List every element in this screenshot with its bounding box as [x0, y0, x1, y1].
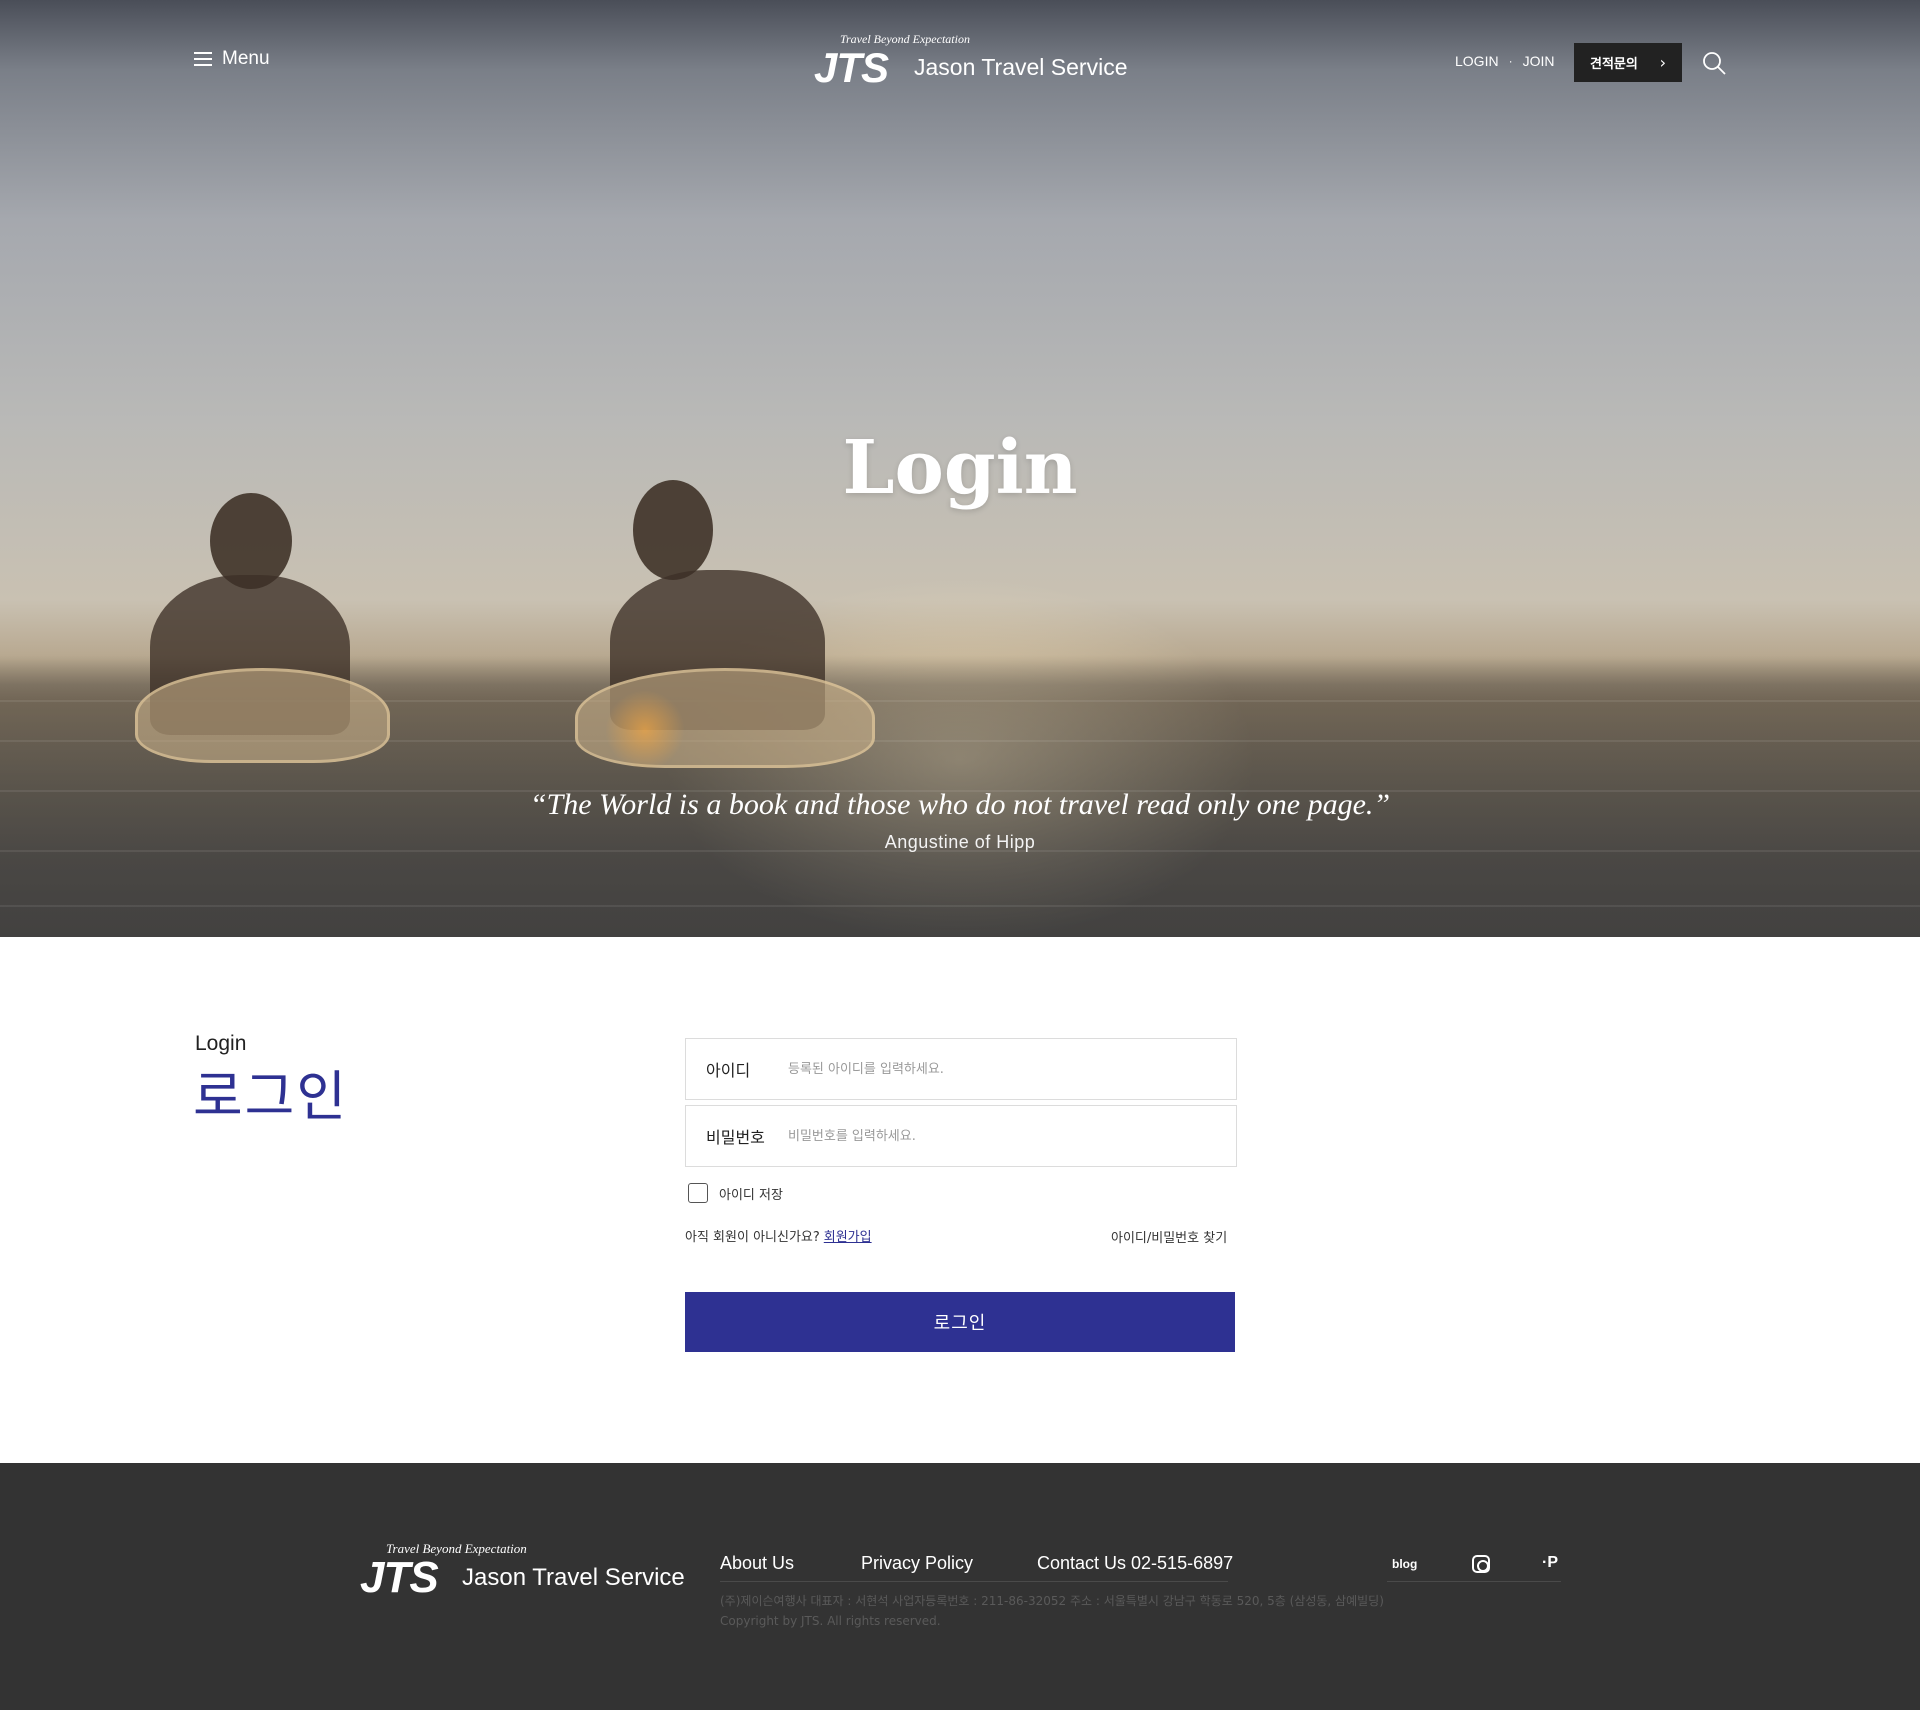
lens-flare [605, 690, 685, 770]
footer-logo[interactable]: Travel Beyond Expectation JTS Jason Trav… [360, 1539, 685, 1603]
find-id-password-link[interactable]: 아이디/비밀번호 찾기 [1111, 1227, 1227, 1246]
copyright: Copyright by JTS. All rights reserved. [720, 1614, 941, 1628]
login-heading-korean: 로그인 [193, 1065, 349, 1128]
blog-icon[interactable]: blog [1392, 1557, 1417, 1571]
remember-id-label: 아이디 저장 [719, 1187, 783, 1203]
hamburger-icon [194, 52, 212, 66]
login-submit-button[interactable]: 로그인 [685, 1292, 1235, 1352]
signup-link[interactable]: 회원가입 [824, 1230, 872, 1245]
instagram-icon[interactable] [1472, 1555, 1490, 1573]
password-input[interactable] [788, 1106, 1236, 1166]
join-link[interactable]: JOIN [1523, 53, 1555, 69]
site-logo[interactable]: Travel Beyond Expectation JTS Jason Trav… [814, 30, 1127, 92]
about-us-link[interactable]: About Us [720, 1553, 794, 1574]
id-label: 아이디 [706, 1061, 751, 1080]
link-separator: · [1508, 54, 1513, 68]
naver-post-icon[interactable]: ·P [1542, 1554, 1558, 1572]
logo-mark: JTS [814, 44, 889, 91]
remember-id-checkbox[interactable] [688, 1183, 708, 1203]
login-link[interactable]: LOGIN [1455, 53, 1499, 69]
chevron-right-icon: › [1659, 53, 1666, 72]
password-field: 비밀번호 [685, 1105, 1237, 1167]
signup-prompt: 아직 회원이 아니신가요? 회원가입 [685, 1226, 872, 1245]
id-field: 아이디 [685, 1038, 1237, 1100]
pool-float-left [135, 668, 390, 763]
quote-request-label: 견적문의 [1590, 57, 1638, 72]
remember-id[interactable]: 아이디 저장 [688, 1183, 783, 1203]
hero-quote-author: Angustine of Hipp [884, 832, 1036, 852]
footer-company-info: (주)제이슨여행사 대표자 : 서현석 사업자등록번호 : 211-86-320… [720, 1591, 1384, 1631]
page-title: Login [842, 425, 1078, 511]
company-details: (주)제이슨여행사 대표자 : 서현석 사업자등록번호 : 211-86-320… [720, 1594, 1384, 1608]
footer-logo-name: Jason Travel Service [462, 1564, 685, 1591]
logo-name: Jason Travel Service [914, 54, 1128, 80]
contact-us-link[interactable]: Contact Us 02-515-6897 [1037, 1553, 1233, 1574]
not-member-text: 아직 회원이 아니신가요? [685, 1230, 820, 1245]
quote-request-button[interactable]: 견적문의 › [1574, 43, 1682, 82]
social-links: blog ·P [1387, 1547, 1561, 1582]
menu-label: Menu [222, 48, 270, 69]
id-input[interactable] [788, 1039, 1236, 1099]
hero-banner: Menu Travel Beyond Expectation JTS Jason… [0, 0, 1920, 937]
hero-quote: “The World is a book and those who do no… [529, 788, 1391, 821]
site-header: Menu Travel Beyond Expectation JTS Jason… [0, 0, 1920, 130]
password-label: 비밀번호 [706, 1128, 765, 1147]
search-icon[interactable] [1702, 51, 1726, 75]
footer-logo-mark: JTS [360, 1553, 439, 1602]
ripple [0, 905, 1920, 907]
privacy-policy-link[interactable]: Privacy Policy [861, 1553, 973, 1574]
account-links: LOGIN · JOIN [1455, 53, 1554, 69]
footer-nav: About Us Privacy Policy Contact Us 02-51… [720, 1547, 1233, 1582]
site-footer: Travel Beyond Expectation JTS Jason Trav… [0, 1463, 1920, 1710]
menu-button[interactable]: Menu [194, 48, 270, 70]
